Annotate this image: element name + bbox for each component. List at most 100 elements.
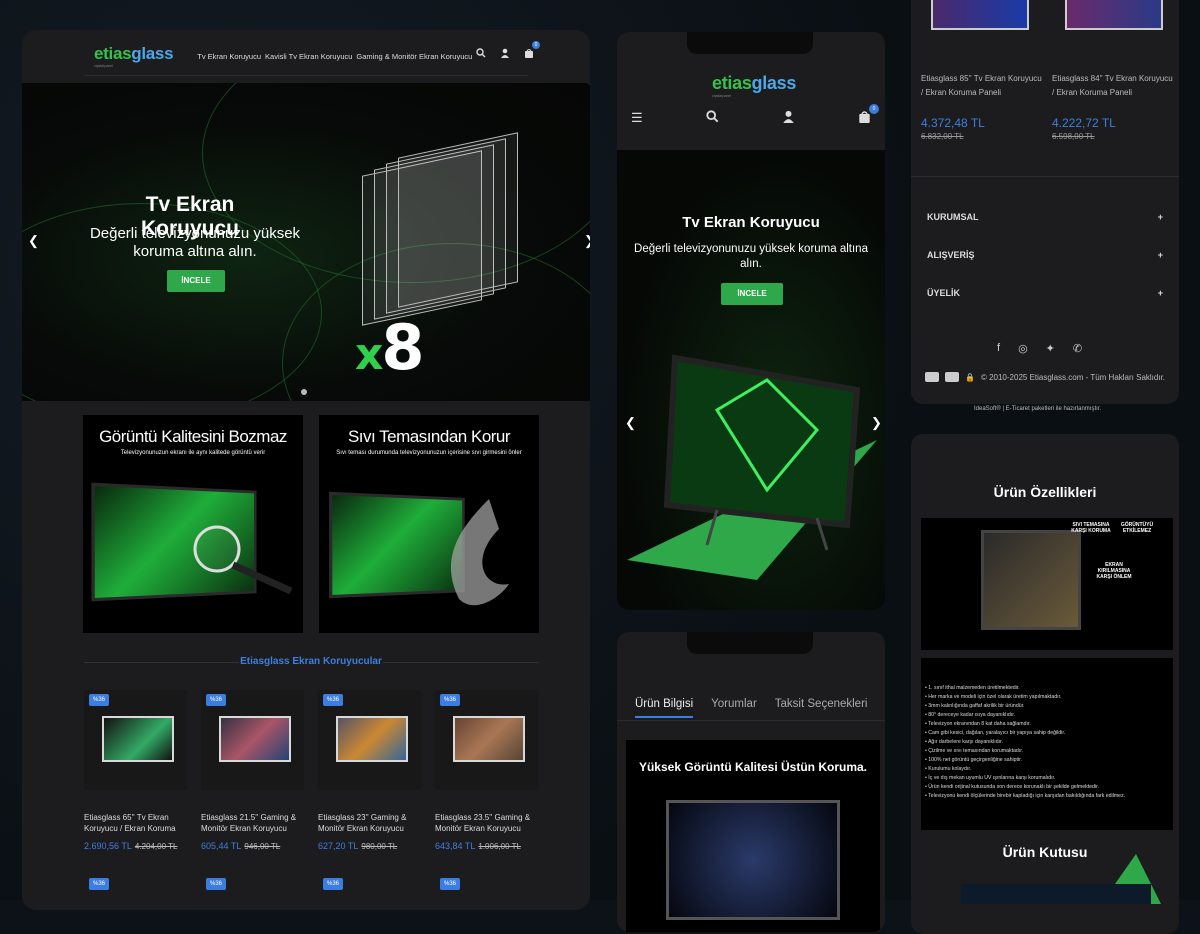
facebook-icon[interactable]: f [997,342,1000,355]
discount-badge: %36 [89,694,110,706]
product-old-price: 6.598,00 TL [1052,132,1095,141]
logo-text-a: etias [712,73,752,93]
product-price: 605,44 TL [201,841,242,851]
user-icon[interactable] [782,110,795,126]
nav-item-curved-tv[interactable]: Kavisli Tv Ekran Koruyucu [265,52,352,61]
product-card[interactable]: %36 Etiasglass 23'' Gaming & Monitör Ekr… [318,690,421,851]
product-name[interactable]: Etiasglass 21.5'' Gaming & Monitör Ekran… [201,812,304,834]
feature-item: • İç ve dış mekan uyumlu UV ışınlarına k… [925,775,1056,781]
slider-next-icon[interactable]: ❯ [871,415,882,431]
product-card[interactable]: %36 Etiasglass 65'' Tv Ekran Koruyucu / … [84,690,187,851]
tab-product-info[interactable]: Ürün Bilgisi [635,698,694,718]
whatsapp-icon[interactable]: ✆ [1073,342,1082,355]
hero-subtitle: Değerli televizyonunuzu yüksek koruma al… [634,243,868,270]
tab-reviews[interactable]: Yorumlar [711,698,757,718]
product-price: 627,20 TL [318,841,359,851]
product-image[interactable]: %36 [84,690,187,790]
product-name[interactable]: Etiasglass 85'' Tv Ekran Koruyucu / Ekra… [921,74,1042,97]
accordion-corporate[interactable]: KURUMSAL + [927,212,1163,222]
brand-logo[interactable]: etiasglass crystal panel [94,43,174,68]
accordion-shopping[interactable]: ALIŞVERİŞ + [927,250,1163,260]
slider-next-icon[interactable]: ❯ [584,233,590,249]
product-price: 643,84 TL [435,841,476,851]
product-image[interactable] [931,0,1029,30]
user-icon[interactable] [500,48,510,58]
logo-text-b: glass [751,73,797,93]
feature-card-liquid: Sıvı Temasından Korur Sıvı teması durumu… [319,415,539,633]
feature-label: EKRAN KIRILMASINA KARŞI ÖNLEM [1096,562,1132,580]
product-image[interactable]: %36 [435,690,538,790]
feature-card-quality: Görüntü Kalitesini Bozmaz Televizyonunuz… [83,415,303,633]
desktop-mockup: etiasglass crystal panel Tv Ekran Koruyu… [22,30,590,910]
feature-label: GÖRÜNTÜYÜ ETKİLEMEZ [1120,522,1154,534]
logo-tagline: crystal panel [712,93,731,98]
mobile-mockup-product: Ürün Bilgisi Yorumlar Taksit Seçenekleri… [617,632,885,932]
plus-icon: + [1157,250,1163,260]
hero-title: Tv Ekran Koruyucu [682,214,820,231]
product-name[interactable]: Etiasglass 84'' Tv Ekran Koruyucu / Ekra… [1052,74,1173,97]
product-box-image [961,854,1161,904]
hero-subtitle: Değerli televizyonunuzu yüksek koruma al… [89,225,301,260]
product-tabs: Ürün Bilgisi Yorumlar Taksit Seçenekleri [635,698,885,718]
cart-icon[interactable]: 0 [524,41,540,58]
product-image[interactable]: %36 [318,690,421,790]
product-card[interactable]: %36 Etiasglass 21.5'' Gaming & Monitör E… [201,690,304,851]
feature-item: • Kurulumu kolaydır. [925,766,972,772]
product-card[interactable]: Etiasglass 85'' Tv Ekran Koruyucu / Ekra… [921,72,1045,144]
panther-tv-image [666,800,840,920]
feature-item: • Çizilme ve sıvı temasından korumaktadı… [925,748,1024,754]
mobile-hero-slider[interactable]: Tv Ekran Koruyucu Değerli televizyonunuz… [617,150,885,610]
header-divider [84,75,528,76]
discount-badge: %36 [206,878,227,890]
x8-badge: x8 [355,311,425,384]
logo-tagline: crystal panel [94,62,113,68]
product-name[interactable]: Etiasglass 23.5'' Gaming & Monitör Ekran… [435,812,538,834]
product-old-price: 980,00 TL [361,842,398,851]
discount-badge: %36 [89,878,110,890]
product-image[interactable] [1065,0,1163,30]
hero-cta-button[interactable]: İNCELE [721,283,783,305]
product-image[interactable]: %36 [201,690,304,790]
logo-text-b: glass [131,43,174,63]
features-hero-image: SIVI TEMASINA KARŞI KORUMA GÖRÜNTÜYÜ ETK… [921,518,1173,650]
section-title: Etiasglass Ekran Koruyucular [84,656,538,667]
slider-prev-icon[interactable]: ❮ [625,415,636,431]
feature-item: • 80° dereceye kadar ısıya dayanıklıdır. [925,712,1016,718]
instagram-icon[interactable]: ◎ [1018,342,1028,355]
product-old-price: 1.006,00 TL [478,842,521,851]
cart-icon[interactable]: 0 [858,104,879,126]
plus-icon: + [1157,212,1163,222]
logo-text-a: etias [94,43,132,63]
product-card[interactable]: Etiasglass 84'' Tv Ekran Koruyucu / Ekra… [1052,72,1176,144]
feature-title: Sıvı Temasından Korur [347,427,511,446]
tab-installments[interactable]: Taksit Seçenekleri [775,698,868,718]
nav-item-tv[interactable]: Tv Ekran Koruyucu [197,52,261,61]
twitter-icon[interactable]: ✦ [1046,342,1055,355]
lock-icon: 🔒 [965,372,975,382]
feature-item: • 100% net görüntü geçirgenliğine sahipt… [925,757,1022,763]
hero-slider[interactable]: x8 Tv Ekran Koruyucu Değerli televizyonu… [22,83,590,401]
search-icon[interactable] [476,48,486,58]
brand-logo[interactable]: etiasglass crystal panel [712,74,796,98]
discount-badge: %36 [206,694,227,706]
product-name[interactable]: Etiasglass 23'' Gaming & Monitör Ekran K… [318,812,421,834]
discount-badge: %36 [323,694,344,706]
hero-cta-button[interactable]: İNCELE [167,270,225,292]
discount-badge: %36 [323,878,344,890]
accordion-label: ALIŞVERİŞ [927,250,975,260]
nav-item-gaming[interactable]: Gaming & Monitör Ekran Koruyucu [356,52,472,61]
accordion-membership[interactable]: ÜYELİK + [927,288,1163,298]
water-splash-icon [450,499,509,606]
feature-item: • 3mm kalınlığında gaffaf akrilik bir ür… [925,703,1025,709]
menu-icon[interactable]: ☰ [631,110,643,126]
accordion-label: KURUMSAL [927,212,979,222]
slider-prev-icon[interactable]: ❮ [28,233,39,249]
desktop-header: etiasglass crystal panel Tv Ekran Koruyu… [22,30,590,82]
product-name[interactable]: Etiasglass 65'' Tv Ekran Koruyucu / Ekra… [84,812,187,834]
slider-dot[interactable] [301,389,307,395]
plus-icon: + [1157,288,1163,298]
feature-text: Sıvı teması durumunda televizyonunuzun i… [336,450,522,456]
product-card[interactable]: %36 Etiasglass 23.5'' Gaming & Monitör E… [435,690,538,851]
mastercard-icon [925,372,939,382]
search-icon[interactable] [706,110,719,126]
